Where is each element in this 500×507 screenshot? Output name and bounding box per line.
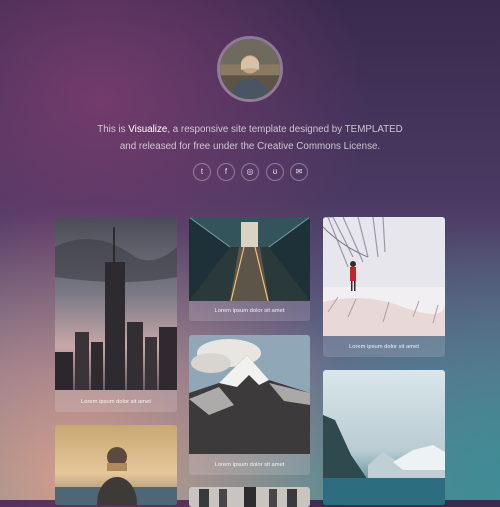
- facebook-icon[interactable]: f: [217, 163, 235, 181]
- escalator-image: [189, 217, 310, 301]
- templated-link[interactable]: TEMPLATED: [345, 124, 403, 135]
- gallery-card-building[interactable]: [189, 487, 310, 507]
- gallery-card-snow[interactable]: Lorem ipsum dolor sit amet: [323, 217, 445, 357]
- brand-name: Visualize: [128, 124, 168, 135]
- sunset-person-image: [55, 425, 177, 505]
- card-caption: Lorem ipsum dolor sit amet: [349, 344, 419, 350]
- intro-line-1: This is Visualize, a responsive site tem…: [60, 121, 440, 138]
- snapchat-icon[interactable]: ʊ: [266, 163, 284, 181]
- intro-text-b: , a responsive site template designed by: [167, 124, 345, 135]
- social-icons: t f ◎ ʊ ✉: [0, 163, 500, 183]
- mountain-peak-image: [189, 335, 310, 454]
- mountain-lake-image: [323, 370, 445, 505]
- card-caption: Lorem ipsum dolor sit amet: [214, 462, 285, 468]
- card-caption: Lorem ipsum dolor sit amet: [81, 399, 151, 405]
- profile-avatar[interactable]: [217, 36, 283, 102]
- card-caption: Lorem ipsum dolor sit amet: [214, 308, 285, 314]
- gallery-card-sunset[interactable]: [55, 425, 177, 505]
- twitter-icon[interactable]: t: [193, 163, 211, 181]
- gallery-card-escalator[interactable]: Lorem ipsum dolor sit amet: [189, 217, 310, 321]
- building-image: [189, 487, 310, 507]
- gallery-card-mountain[interactable]: Lorem ipsum dolor sit amet: [189, 335, 310, 475]
- email-icon[interactable]: ✉: [290, 163, 308, 181]
- gallery-card-city[interactable]: Lorem ipsum dolor sit amet: [55, 217, 177, 412]
- gallery-card-lake[interactable]: [323, 370, 445, 505]
- snowy-field-image: [323, 217, 445, 336]
- intro-text: This is Visualize, a responsive site tem…: [60, 121, 440, 155]
- intro-text-a: This is: [97, 124, 129, 135]
- city-skyline-image: [55, 217, 177, 390]
- intro-line-2: and released for free under the Creative…: [119, 141, 381, 152]
- instagram-icon[interactable]: ◎: [241, 163, 259, 181]
